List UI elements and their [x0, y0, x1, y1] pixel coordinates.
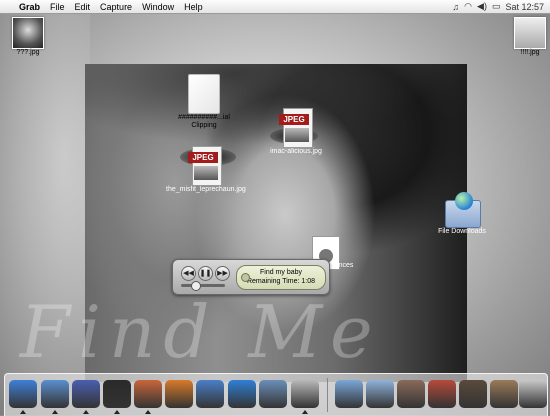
- desktop-icon-exclaim-jpg[interactable]: !!!!.jpg: [510, 17, 550, 57]
- volume-slider-knob[interactable]: [191, 281, 201, 291]
- finder-icon[interactable]: [9, 380, 37, 408]
- desktop-icon-label: ##########...ial Clipping: [178, 114, 230, 129]
- jpeg-preview: [285, 128, 309, 142]
- airport-icon[interactable]: ◠: [464, 1, 472, 12]
- wallpaper-find-me-text: Find Me: [20, 290, 381, 374]
- jpeg-preview: [194, 166, 218, 180]
- running-indicator: [302, 410, 308, 414]
- applications-folder-icon[interactable]: [335, 380, 363, 408]
- desktop-icon-file-downloads[interactable]: File Downloads: [436, 192, 488, 236]
- photo-thumbnail-icon: [514, 17, 546, 49]
- bbedit-icon[interactable]: [72, 380, 100, 408]
- running-indicator: [52, 410, 58, 414]
- itunes-icon[interactable]: [41, 380, 69, 408]
- desktop-icon-label: !!!!.jpg: [520, 49, 540, 56]
- desktop-icon-label: ???.jpg: [16, 49, 40, 56]
- jpeg-tag: JPEG: [188, 152, 218, 163]
- dock-separator: [327, 378, 328, 412]
- menu-app-name[interactable]: Grab: [14, 2, 45, 12]
- downloads-folder-icon: [445, 192, 481, 228]
- menu-file[interactable]: File: [45, 2, 70, 12]
- menu-capture[interactable]: Capture: [95, 2, 137, 12]
- menu-clock[interactable]: Sat 12:57: [505, 2, 544, 12]
- desktop-icon-label: File Downloads: [438, 228, 486, 235]
- user-photo-4-icon[interactable]: [490, 380, 518, 408]
- next-button[interactable]: ▶▶: [215, 266, 230, 281]
- jpeg-file-icon: JPEG: [279, 108, 313, 148]
- itunes-mini-player: ◀◀ ❚❚ ▶▶ Find my baby Remaining Time: 1:…: [172, 259, 330, 295]
- user-photo-2-icon[interactable]: [428, 380, 456, 408]
- clipping-file-icon: [188, 74, 220, 114]
- running-indicator: [20, 410, 26, 414]
- desktop-icon-label: the_misfit_leprechaun.jpg: [166, 186, 246, 193]
- volume-slider-track[interactable]: [181, 284, 225, 287]
- desktop-icon-label: imac-alicious.jpg: [270, 148, 322, 155]
- lcd-snapback-icon[interactable]: [241, 273, 250, 282]
- desktop-icon-imac-alicious[interactable]: JPEG imac-alicious.jpg: [266, 108, 326, 156]
- terminal-icon[interactable]: [103, 380, 131, 408]
- user-photo-3-icon[interactable]: [459, 380, 487, 408]
- desktop-icon-clipping[interactable]: ##########...ial Clipping: [168, 74, 240, 130]
- menu-help[interactable]: Help: [179, 2, 208, 12]
- documents-folder-icon[interactable]: [366, 380, 394, 408]
- battery-icon[interactable]: ▭: [492, 1, 501, 12]
- music-note-icon[interactable]: ♫: [452, 2, 459, 12]
- preview-icon[interactable]: [259, 380, 287, 408]
- bird-icon[interactable]: [196, 380, 224, 408]
- globe-shape: [455, 192, 473, 210]
- remaining-time: Remaining Time: 1:08: [246, 278, 316, 285]
- track-title: Find my baby: [259, 269, 303, 276]
- trash-icon[interactable]: [519, 380, 547, 408]
- previous-button[interactable]: ◀◀: [181, 266, 196, 281]
- pause-button[interactable]: ❚❚: [198, 266, 213, 281]
- internet-explorer-icon[interactable]: [228, 380, 256, 408]
- firefox-icon[interactable]: [165, 380, 193, 408]
- menu-bar: Grab File Edit Capture Window Help ♫ ◠ ◀…: [0, 0, 550, 14]
- dock: [4, 373, 548, 416]
- user-photo-1-icon[interactable]: [397, 380, 425, 408]
- volume-icon[interactable]: ◀): [477, 1, 487, 12]
- jpeg-tag: JPEG: [279, 114, 309, 125]
- menu-extras: ♫ ◠ ◀) ▭ Sat 12:57: [452, 1, 550, 12]
- portrait-thumbnail-icon: [12, 17, 44, 49]
- running-indicator: [83, 410, 89, 414]
- jpeg-file-icon: JPEG: [188, 146, 222, 186]
- menu-edit[interactable]: Edit: [70, 2, 96, 12]
- grab-icon[interactable]: [291, 380, 319, 408]
- running-indicator: [114, 410, 120, 414]
- desktop-icon-portrait-jpg[interactable]: ???.jpg: [8, 17, 48, 57]
- player-lcd-display: Find my baby Remaining Time: 1:08: [236, 265, 326, 290]
- desktop-icon-misfit-leprechaun[interactable]: JPEG the_misfit_leprechaun.jpg: [164, 146, 246, 194]
- menu-window[interactable]: Window: [137, 2, 179, 12]
- photo-viewer-icon[interactable]: [134, 380, 162, 408]
- running-indicator: [145, 410, 151, 414]
